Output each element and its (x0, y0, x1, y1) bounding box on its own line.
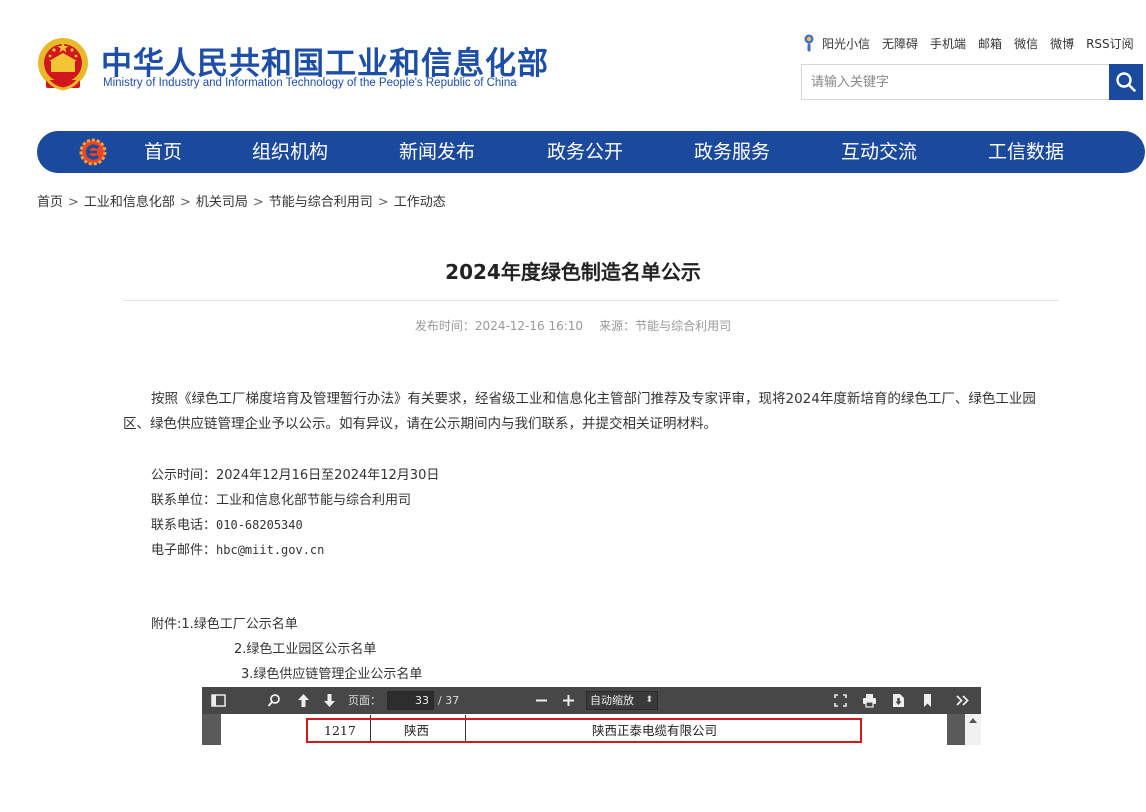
info-label: 联系电话： (151, 518, 217, 533)
article-source: 来源：节能与综合利用司 (599, 319, 732, 333)
nav-organization[interactable]: 组织机构 (252, 131, 328, 173)
presentation-mode-icon[interactable] (832, 692, 849, 709)
title-divider (123, 300, 1058, 301)
breadcrumb: 首页 > 工业和信息化部 > 机关司局 > 节能与综合利用司 > 工作动态 (37, 191, 446, 210)
attachment-line-1: 附件:1.绿色工厂公示名单 (151, 613, 298, 632)
info-value[interactable]: hbc@miit.gov.cn (216, 543, 324, 557)
zoom-out-icon[interactable] (533, 692, 550, 709)
breadcrumb-department[interactable]: 节能与综合利用司 (269, 195, 373, 210)
article-meta: 发布时间：2024-12-16 16:10 来源：节能与综合利用司 (0, 317, 1146, 334)
highlight-box (306, 718, 862, 743)
toplink-label: 阳光小信 (822, 36, 871, 51)
toplink-sunshine[interactable]: 阳光小信 (802, 33, 870, 53)
next-page-icon[interactable] (321, 692, 338, 709)
nav-services[interactable]: 政务服务 (694, 131, 770, 173)
find-icon[interactable] (266, 692, 283, 709)
search-button[interactable] (1109, 64, 1143, 100)
info-unit: 联系单位：工业和信息化部节能与综合利用司 (151, 489, 411, 508)
zoom-label: 自动缩放 (590, 694, 634, 707)
search-box (801, 64, 1110, 100)
publish-time: 发布时间：2024-12-16 16:10 (414, 319, 584, 333)
attachment-line-3: 3.绿色供应链管理企业公示名单 (241, 663, 422, 682)
info-phone: 联系电话：010-68205340 (151, 514, 303, 533)
nav-home[interactable]: 首页 (144, 131, 182, 173)
info-label: 电子邮件： (151, 543, 217, 558)
breadcrumb-home[interactable]: 首页 (37, 195, 63, 210)
print-icon[interactable] (861, 692, 878, 709)
attachment-link-3[interactable]: 3.绿色供应链管理企业公示名单 (241, 667, 422, 682)
page-number-input[interactable]: 33 (387, 691, 434, 710)
nav-data[interactable]: 工信数据 (988, 131, 1064, 173)
attachments-label: 附件: (151, 617, 182, 632)
breadcrumb-current[interactable]: 工作动态 (394, 195, 446, 210)
search-icon (1116, 72, 1136, 92)
toplink-accessibility[interactable]: 无障碍 (882, 35, 918, 52)
info-label: 联系单位： (151, 493, 217, 508)
download-icon[interactable] (890, 692, 907, 709)
info-value: 2024年12月16日至2024年12月30日 (216, 468, 440, 483)
breadcrumb-ministry[interactable]: 工业和信息化部 (84, 195, 175, 210)
attachment-line-2: 2.绿色工业园区公示名单 (234, 638, 376, 657)
attachment-link-2[interactable]: 2.绿色工业园区公示名单 (234, 642, 376, 657)
top-links: 阳光小信 无障碍 手机端 邮箱 微信 微博 RSS订阅 (802, 33, 1134, 53)
scroll-up-arrow-icon[interactable] (969, 718, 977, 723)
pdf-toolbar: 页面： 33 / 37 自动缩放 ⬍ (202, 687, 981, 714)
national-emblem-icon[interactable] (36, 36, 90, 94)
toplink-mobile[interactable]: 手机端 (930, 35, 966, 52)
miit-logo-icon[interactable] (79, 138, 107, 166)
info-value: 工业和信息化部节能与综合利用司 (216, 493, 412, 508)
toplink-mail[interactable]: 邮箱 (978, 35, 1002, 52)
tools-icon[interactable] (954, 692, 971, 709)
zoom-select[interactable]: 自动缩放 ⬍ (586, 691, 658, 710)
attachment-link-1[interactable]: 1.绿色工厂公示名单 (181, 617, 297, 632)
chevron-up-down-icon: ⬍ (645, 695, 653, 705)
info-email: 电子邮件：hbc@miit.gov.cn (151, 539, 324, 558)
sidebar-toggle-icon[interactable] (210, 692, 227, 709)
toplink-wechat[interactable]: 微信 (1014, 35, 1038, 52)
previous-page-icon[interactable] (295, 692, 312, 709)
info-period: 公示时间：2024年12月16日至2024年12月30日 (151, 464, 439, 483)
breadcrumb-separator: > (252, 195, 264, 210)
nav-government-affairs[interactable]: 政务公开 (547, 131, 623, 173)
main-nav: 首页 组织机构 新闻发布 政务公开 政务服务 互动交流 工信数据 (37, 131, 1145, 173)
pdf-scrollbar[interactable] (965, 714, 981, 745)
breadcrumb-separator: > (377, 195, 389, 210)
zoom-in-icon[interactable] (560, 692, 577, 709)
bookmark-icon[interactable] (919, 692, 936, 709)
article-title: 2024年度绿色制造名单公示 (445, 260, 701, 284)
nav-interaction[interactable]: 互动交流 (841, 131, 917, 173)
toplink-weibo[interactable]: 微博 (1050, 35, 1074, 52)
info-value: 010-68205340 (216, 518, 303, 532)
nav-news[interactable]: 新闻发布 (399, 131, 475, 173)
sunshine-mascot-icon (804, 34, 814, 52)
toplink-rss[interactable]: RSS订阅 (1086, 35, 1134, 52)
page-label: 页面： (348, 694, 381, 707)
info-label: 公示时间： (151, 468, 217, 483)
breadcrumb-separator: > (68, 195, 79, 210)
breadcrumb-departments[interactable]: 机关司局 (196, 195, 248, 210)
breadcrumb-separator: > (179, 195, 191, 210)
total-pages: / 37 (438, 694, 460, 707)
search-input[interactable] (802, 65, 1110, 99)
site-subtitle: Ministry of Industry and Information Tec… (103, 77, 517, 89)
article-paragraph: 按照《绿色工厂梯度培育及管理暂行办法》有关要求，经省级工业和信息化主管部门推荐及… (123, 391, 1036, 432)
